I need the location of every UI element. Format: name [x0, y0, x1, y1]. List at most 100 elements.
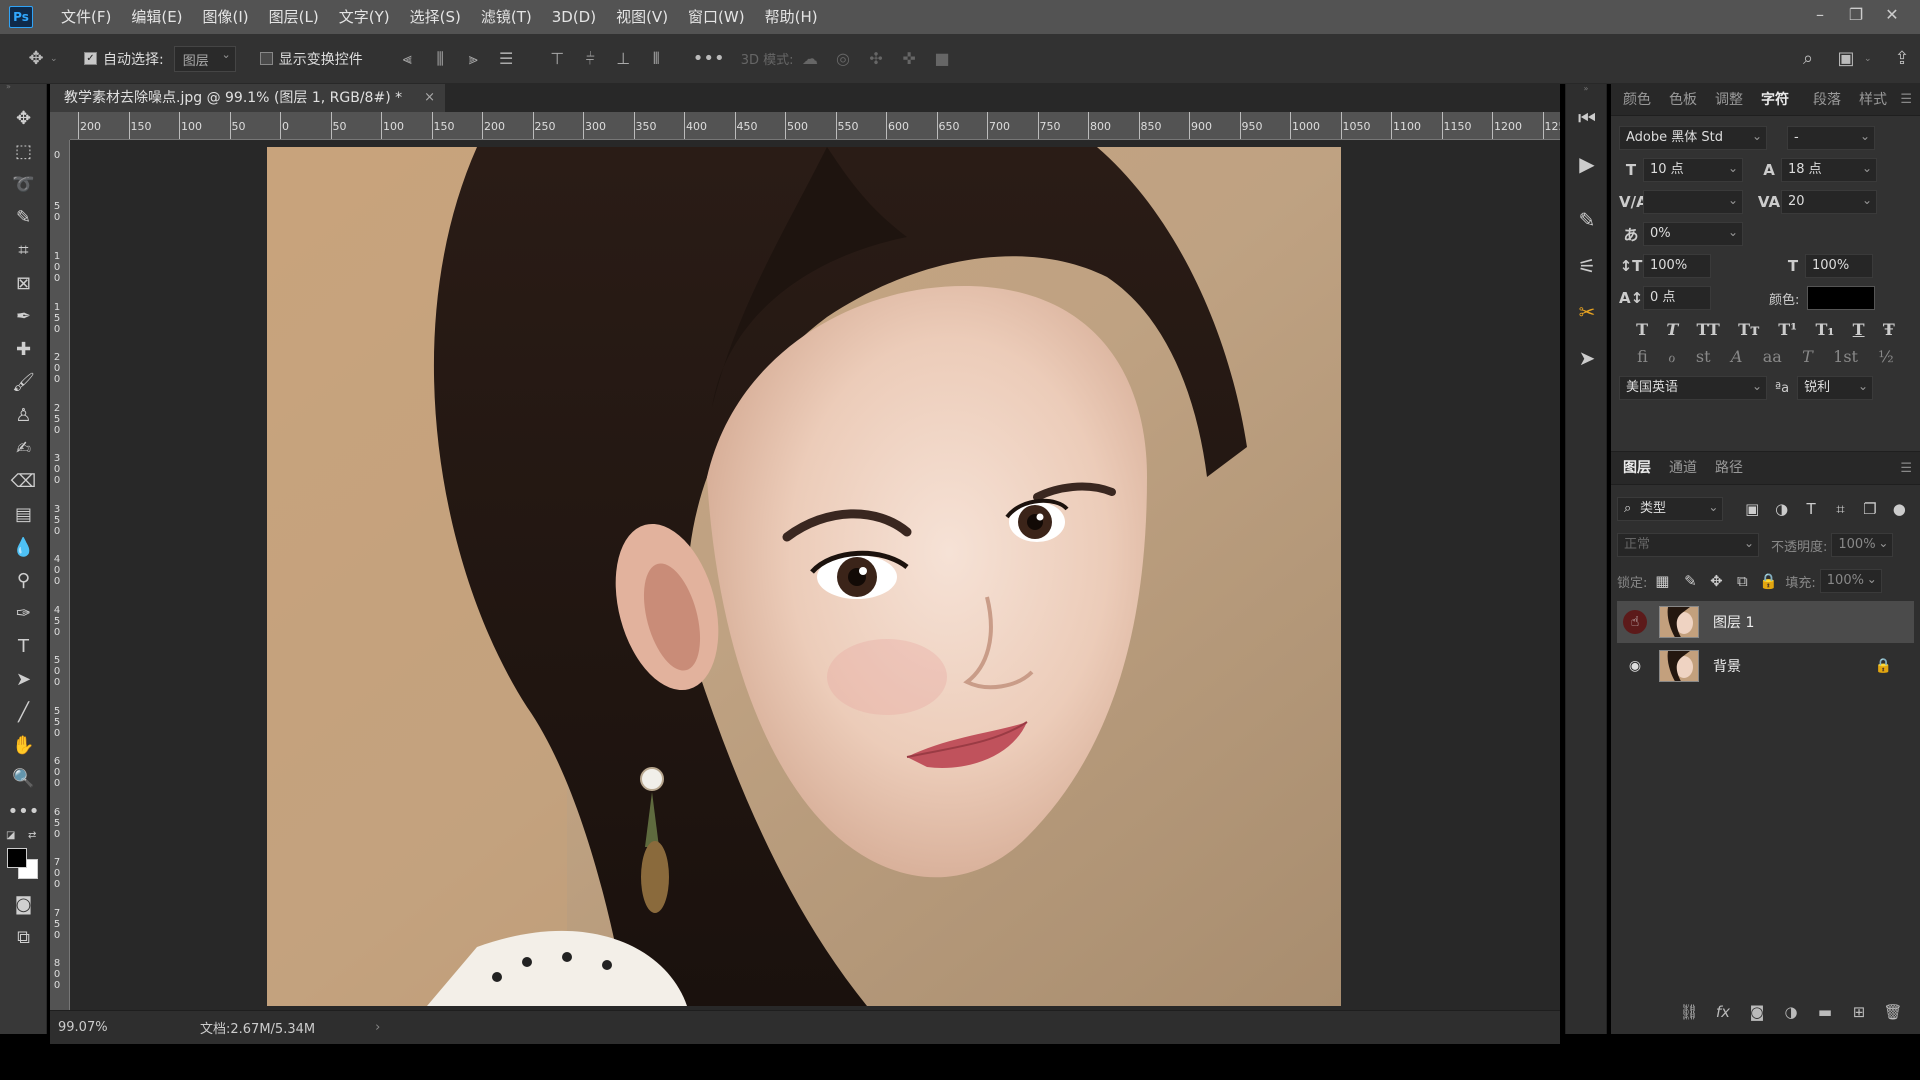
faux-bold-button[interactable]: T [1636, 320, 1648, 339]
menu-type[interactable]: 文字(Y) [329, 0, 400, 34]
line-tool-icon[interactable]: ╱ [0, 696, 47, 729]
auto-select-checkbox[interactable]: ✓ [84, 52, 97, 65]
align-top-icon[interactable]: ⊤ [541, 49, 574, 69]
align-hcenter-icon[interactable]: ⫼ [424, 49, 457, 69]
baseline-shift-field[interactable]: 0 点 [1643, 286, 1711, 310]
text-color-swatch[interactable] [1807, 286, 1876, 310]
show-transform-checkbox[interactable] [259, 52, 273, 65]
workspace-icon[interactable]: ▣ [1832, 48, 1860, 69]
default-colors-icon[interactable]: ◪ [6, 830, 15, 841]
gradient-tool-icon[interactable]: ▤ [0, 498, 47, 531]
screen-mode-icon[interactable]: ⧉ [0, 921, 47, 954]
marquee-tool-icon[interactable]: ⬚ [0, 135, 47, 168]
auto-select-target-dropdown[interactable]: 图层 [173, 45, 236, 72]
actions-play-icon[interactable]: ▶ [1566, 143, 1608, 185]
language-dropdown[interactable]: 美国英语 [1619, 375, 1767, 400]
brush-settings-icon[interactable]: ✎ [1566, 199, 1608, 241]
3d-roll-icon[interactable]: ◎ [827, 49, 860, 68]
layer-filter-dropdown[interactable]: ⌕ 类型 [1617, 496, 1724, 521]
dodge-tool-icon[interactable]: ⚲ [0, 564, 47, 597]
swap-colors-icon[interactable]: ⇄ [28, 830, 36, 841]
hand-tool-icon[interactable]: ✋ [0, 729, 47, 762]
eyedropper-tool-icon[interactable]: ✒ [0, 300, 47, 333]
tab-character[interactable]: 字符 [1761, 84, 1789, 116]
status-menu-arrow[interactable]: › [375, 1020, 380, 1035]
auto-select-option[interactable]: ✓ 自动选择: [84, 49, 164, 69]
foreground-color-swatch[interactable] [7, 848, 27, 868]
link-layers-icon[interactable]: ⛓ [1672, 1003, 1706, 1021]
opacity-field[interactable]: 100% [1831, 532, 1894, 557]
tab-channels[interactable]: 通道 [1669, 452, 1697, 484]
smart-object-filter-icon[interactable]: ❐ [1855, 500, 1884, 518]
collapse-icon[interactable]: » [0, 83, 46, 91]
delete-layer-icon[interactable]: 🗑 [1876, 1003, 1910, 1021]
portrait-photo[interactable] [267, 147, 1341, 1006]
history-icon[interactable]: ⏮ [1566, 97, 1608, 139]
superscript-button[interactable]: T¹ [1778, 320, 1797, 339]
lock-position-icon[interactable]: ✥ [1703, 572, 1729, 590]
tab-styles[interactable]: 样式 [1859, 84, 1887, 116]
stylistic-alternates-button[interactable]: aa [1763, 347, 1782, 366]
brush-tool-icon[interactable]: 🖌 [0, 366, 47, 399]
menu-layer[interactable]: 图层(L) [259, 0, 329, 34]
history-brush-tool-icon[interactable]: ✍ [0, 432, 47, 465]
all-caps-button[interactable]: TT [1697, 320, 1720, 339]
zoom-tool-icon[interactable]: 🔍 [0, 762, 47, 795]
lasso-tool-icon[interactable]: ➰ [0, 168, 47, 201]
lock-icon[interactable]: 🔒 [1875, 658, 1892, 674]
share-icon[interactable]: ⇪ [1888, 48, 1916, 69]
menu-window[interactable]: 窗口(W) [678, 0, 755, 34]
menu-file[interactable]: 文件(F) [51, 0, 121, 34]
align-vcenter-icon[interactable]: ⫩ [574, 49, 607, 69]
layers-panel-menu-icon[interactable]: ☰ [1900, 461, 1912, 476]
font-size-field[interactable]: 10 点 [1643, 157, 1743, 182]
close-window-button[interactable]: ✕ [1874, 5, 1910, 24]
type-tool-icon[interactable]: T [0, 630, 47, 663]
path-select-tool-icon[interactable]: ➤ [0, 663, 47, 696]
font-family-dropdown[interactable]: Adobe 黑体 Std [1619, 125, 1767, 150]
old-style-button[interactable]: ℴ [1668, 347, 1675, 366]
filter-toggle-icon[interactable]: ● [1885, 500, 1914, 518]
canvas-area[interactable] [70, 140, 1560, 1018]
3d-pan-icon[interactable]: ✣ [860, 49, 893, 68]
fractions-button[interactable]: ½ [1878, 347, 1894, 366]
document-tab[interactable]: 教学素材去除噪点.jpg @ 99.1% (图层 1, RGB/8#) * × [50, 84, 445, 112]
search-icon[interactable]: ⌕ [1794, 48, 1822, 69]
tsume-field[interactable]: 0% [1643, 221, 1743, 246]
eye-icon[interactable]: ◉ [1623, 654, 1647, 678]
tab-paragraph[interactable]: 段落 [1813, 84, 1841, 116]
ligatures-button[interactable]: fi [1637, 347, 1648, 366]
close-document-icon[interactable]: × [424, 84, 435, 112]
tool-presets-icon[interactable]: ✂ [1566, 291, 1608, 333]
zoom-level[interactable]: 99.07% [50, 1020, 160, 1035]
more-tools-icon[interactable]: ••• [0, 795, 47, 828]
layer-name[interactable]: 图层 1 [1713, 612, 1754, 632]
tab-adjustments[interactable]: 调整 [1715, 84, 1743, 116]
glyphs-icon[interactable]: ➤ [1566, 337, 1608, 379]
distribute-horizontal-icon[interactable]: ⫴ [640, 49, 673, 69]
tab-paths[interactable]: 路径 [1715, 452, 1743, 484]
tab-color[interactable]: 颜色 [1623, 84, 1651, 116]
font-style-dropdown[interactable]: - [1787, 125, 1875, 150]
new-layer-icon[interactable]: ⊞ [1842, 1003, 1876, 1021]
lock-all-icon[interactable]: 🔒 [1755, 572, 1781, 590]
properties-icon[interactable]: ⚟ [1566, 245, 1608, 287]
menu-help[interactable]: 帮助(H) [755, 0, 828, 34]
frame-tool-icon[interactable]: ⊠ [0, 267, 47, 300]
fill-field[interactable]: 100% [1819, 568, 1882, 593]
eye-icon[interactable]: ☝ [1623, 610, 1647, 634]
layer-name[interactable]: 背景 [1713, 656, 1741, 676]
lock-image-icon[interactable]: ✎ [1677, 572, 1703, 590]
new-group-icon[interactable]: ▬ [1808, 1003, 1842, 1021]
add-mask-icon[interactable]: ◙ [1740, 1003, 1774, 1021]
vertical-scale-field[interactable]: 100% [1643, 254, 1711, 278]
eraser-tool-icon[interactable]: ⌫ [0, 465, 47, 498]
blend-mode-dropdown[interactable]: 正常 [1617, 532, 1759, 557]
clone-stamp-tool-icon[interactable]: ♙ [0, 399, 47, 432]
ruler-corner[interactable] [50, 112, 70, 140]
antialias-dropdown[interactable]: 锐利 [1797, 375, 1874, 400]
layer-style-icon[interactable]: fx [1706, 1003, 1740, 1021]
quick-mask-icon[interactable]: ◙ [0, 888, 47, 921]
align-right-icon[interactable]: ⫸ [457, 49, 490, 69]
type-filter-icon[interactable]: T [1796, 500, 1825, 518]
